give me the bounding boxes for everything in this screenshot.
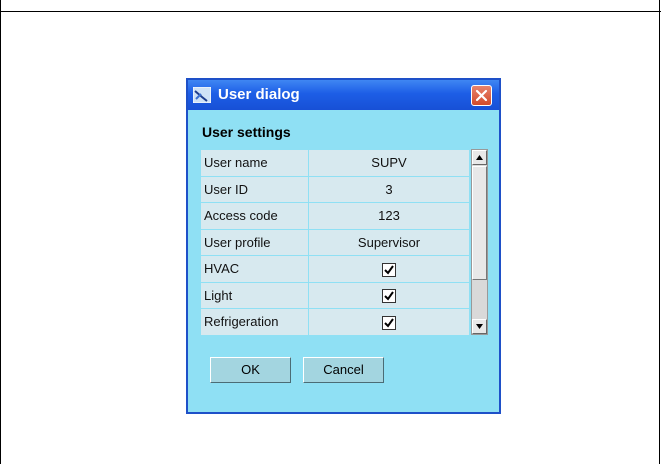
row-label: Refrigeration (200, 308, 309, 336)
row-value[interactable]: SUPV (308, 149, 470, 177)
table-row[interactable]: Access code 123 (200, 202, 470, 230)
scroll-up-arrow-icon (476, 155, 483, 160)
row-value[interactable]: 123 (308, 202, 470, 230)
scroll-down-arrow-icon (476, 324, 483, 329)
scrollbar-thumb[interactable] (472, 166, 487, 280)
table-row[interactable]: Refrigeration (200, 308, 470, 336)
ok-button[interactable]: OK (210, 357, 291, 383)
row-value[interactable]: Supervisor (308, 228, 470, 256)
row-label: Light (200, 281, 309, 309)
row-label: HVAC (200, 255, 309, 283)
close-button[interactable] (471, 85, 492, 106)
table-row[interactable]: User profile Supervisor (200, 228, 470, 256)
settings-grid: User name SUPV User ID 3 Access code 123… (200, 149, 488, 336)
light-checkbox[interactable] (382, 289, 396, 304)
row-value (308, 308, 470, 336)
settings-table: User name SUPV User ID 3 Access code 123… (200, 149, 470, 336)
dialog-title: User dialog (218, 86, 300, 103)
dialog-titlebar[interactable]: User dialog (188, 80, 499, 110)
hvac-checkbox[interactable] (382, 262, 396, 277)
close-icon (475, 89, 488, 102)
table-row[interactable]: HVAC (200, 255, 470, 283)
row-value (308, 255, 470, 283)
scroll-up-button[interactable] (472, 150, 487, 165)
checkmark-icon (384, 317, 394, 328)
dialog-body: User settings User name SUPV User ID 3 A… (188, 110, 499, 412)
row-label: Access code (200, 202, 309, 230)
user-dialog-app-icon (192, 86, 212, 104)
checkmark-icon (384, 264, 394, 275)
section-title: User settings (202, 124, 291, 140)
row-label: User profile (200, 228, 309, 256)
cancel-button[interactable]: Cancel (303, 357, 384, 383)
refrigeration-checkbox[interactable] (382, 315, 396, 330)
table-row[interactable]: Light (200, 281, 470, 309)
checkmark-icon (384, 291, 394, 301)
scroll-down-button[interactable] (472, 319, 487, 334)
row-value[interactable]: 3 (308, 175, 470, 203)
top-divider (0, 11, 661, 12)
table-row[interactable]: User ID 3 (200, 175, 470, 203)
user-dialog: User dialog User settings User name SUPV… (186, 78, 501, 414)
row-label: User name (200, 149, 309, 177)
row-value (308, 281, 470, 309)
row-label: User ID (200, 175, 309, 203)
vertical-scrollbar[interactable] (471, 149, 488, 335)
table-row[interactable]: User name SUPV (200, 149, 470, 177)
